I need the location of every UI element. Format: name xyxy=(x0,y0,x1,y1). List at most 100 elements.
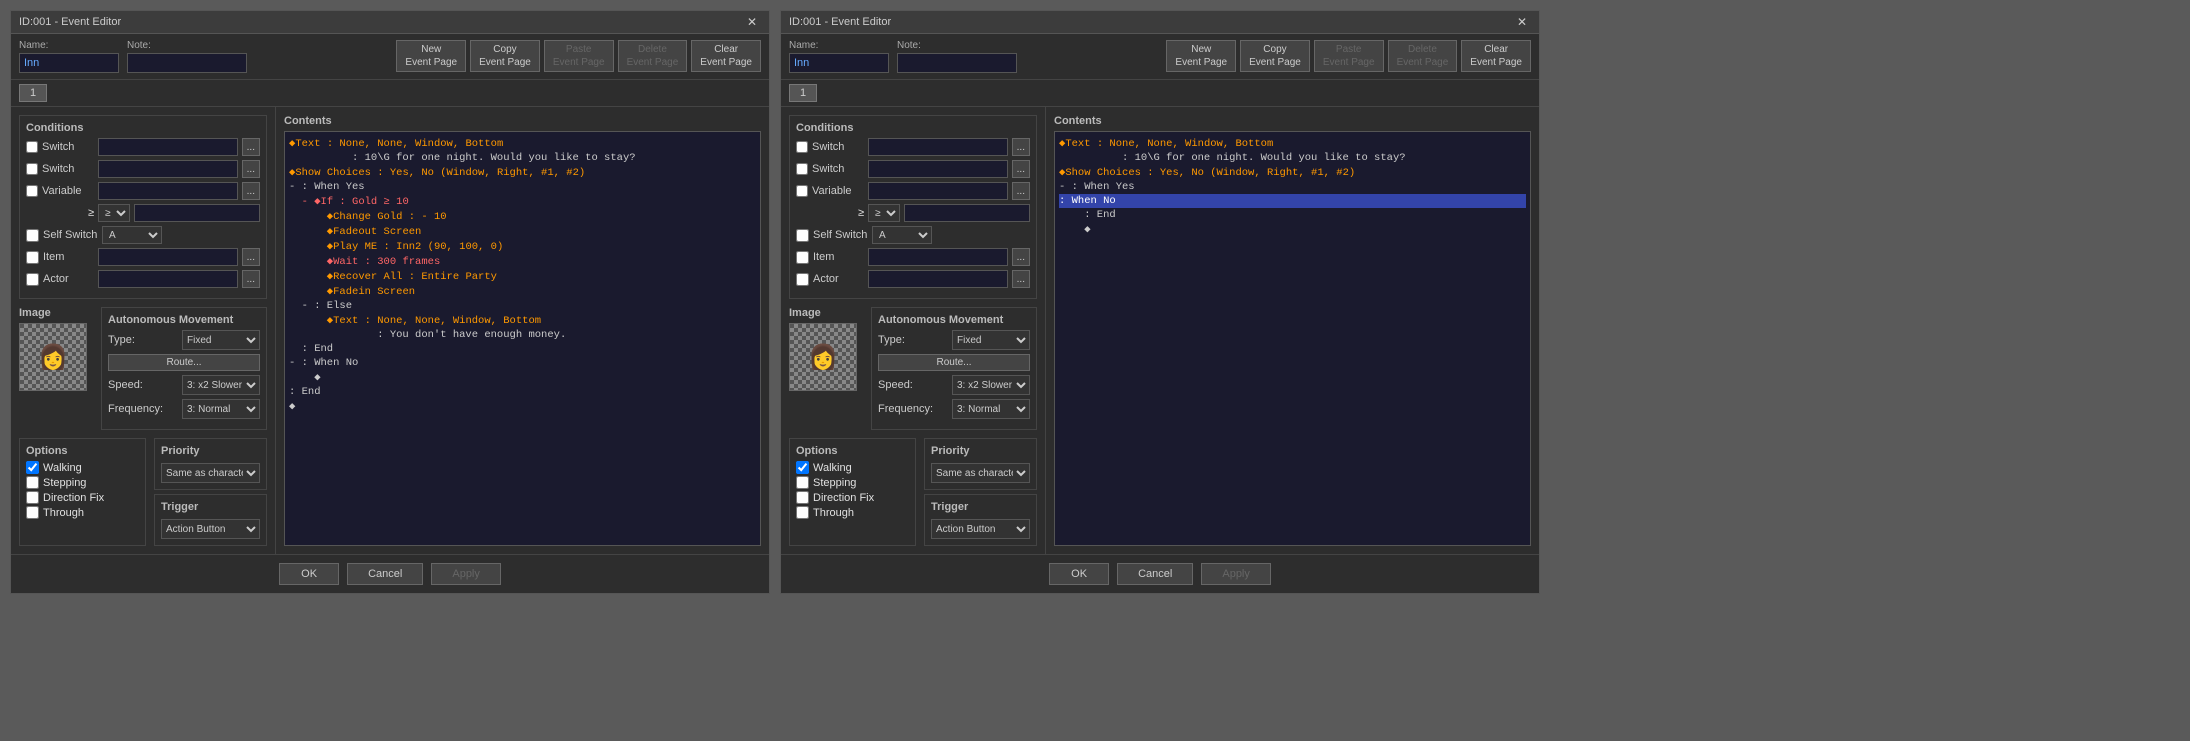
switch1-checkbox-1[interactable] xyxy=(26,141,38,153)
switch1-dots-1[interactable]: ... xyxy=(242,138,260,156)
trigger-select-2[interactable]: Action Button xyxy=(931,519,1030,539)
copy-event-page-btn-2[interactable]: CopyEvent Page xyxy=(1240,40,1310,72)
variable-dots-1[interactable]: ... xyxy=(242,182,260,200)
item-checkbox-2[interactable] xyxy=(796,251,809,264)
self-switch-select-1[interactable]: A xyxy=(102,226,162,244)
direction-fix-label-1: Direction Fix xyxy=(43,492,104,504)
ok-button-1[interactable]: OK xyxy=(279,563,339,585)
through-checkbox-1[interactable] xyxy=(26,506,39,519)
switch2-checkbox-1[interactable] xyxy=(26,163,38,175)
movement-type-select-1[interactable]: Fixed xyxy=(182,330,260,350)
apply-button-1[interactable]: Apply xyxy=(431,563,501,585)
actor-input-2[interactable] xyxy=(868,270,1008,288)
contents-box-2[interactable]: ◆Text : None, None, Window, Bottom : 10\… xyxy=(1054,131,1531,546)
switch2-checkbox-2[interactable] xyxy=(796,163,808,175)
actor-input-1[interactable] xyxy=(98,270,238,288)
priority-select-2[interactable]: Same as characters xyxy=(931,463,1030,483)
options-title-2: Options xyxy=(796,445,909,457)
image-box-1[interactable]: 👩 xyxy=(19,323,87,391)
name-input-2[interactable] xyxy=(789,53,889,73)
variable-value-input-2[interactable] xyxy=(904,204,1030,222)
content-line-1-2: : 10\G for one night. Would you like to … xyxy=(289,151,756,165)
item-checkbox-1[interactable] xyxy=(26,251,39,264)
self-switch-select-2[interactable]: A xyxy=(872,226,932,244)
frequency-select-2[interactable]: 3: Normal xyxy=(952,399,1030,419)
self-switch-row-2: Self Switch A xyxy=(796,226,1030,244)
switch1-checkbox-2[interactable] xyxy=(796,141,808,153)
speed-select-1[interactable]: 3: x2 Slower xyxy=(182,375,260,395)
actor-checkbox-2[interactable] xyxy=(796,273,809,286)
content-line-1-15: : End xyxy=(289,342,756,356)
paste-event-page-btn-2[interactable]: PasteEvent Page xyxy=(1314,40,1384,72)
name-group-2: Name: xyxy=(789,40,889,73)
clear-event-page-btn-1[interactable]: ClearEvent Page xyxy=(691,40,761,72)
content-line-1-3: ◆Show Choices : Yes, No (Window, Right, … xyxy=(289,165,756,180)
frequency-select-1[interactable]: 3: Normal xyxy=(182,399,260,419)
note-input-1[interactable] xyxy=(127,53,247,73)
actor-dots-1[interactable]: ... xyxy=(242,270,260,288)
route-button-2[interactable]: Route... xyxy=(878,354,1030,371)
walking-checkbox-1[interactable] xyxy=(26,461,39,474)
route-button-1[interactable]: Route... xyxy=(108,354,260,371)
self-switch-checkbox-2[interactable] xyxy=(796,229,809,242)
speed-select-2[interactable]: 3: x2 Slower xyxy=(952,375,1030,395)
image-movement-row-1: Image 👩 Autonomous Movement Type: Fixed … xyxy=(19,307,267,430)
item-dots-1[interactable]: ... xyxy=(242,248,260,266)
name-input-1[interactable] xyxy=(19,53,119,73)
switch1-dots-2[interactable]: ... xyxy=(1012,138,1030,156)
close-button-1[interactable]: ✕ xyxy=(743,15,761,29)
switch1-input-1[interactable] xyxy=(98,138,238,156)
priority-title-2: Priority xyxy=(931,445,1030,457)
item-input-1[interactable] xyxy=(98,248,238,266)
stepping-checkbox-1[interactable] xyxy=(26,476,39,489)
item-input-2[interactable] xyxy=(868,248,1008,266)
priority-select-1[interactable]: Same as characters xyxy=(161,463,260,483)
paste-event-page-btn-1[interactable]: PasteEvent Page xyxy=(544,40,614,72)
variable-op-select-1[interactable]: ≥ xyxy=(98,204,130,222)
switch2-input-2[interactable] xyxy=(868,160,1008,178)
apply-button-2[interactable]: Apply xyxy=(1201,563,1271,585)
self-switch-label-2: Self Switch xyxy=(813,229,868,241)
variable-input-2[interactable] xyxy=(868,182,1008,200)
actor-checkbox-1[interactable] xyxy=(26,273,39,286)
note-input-2[interactable] xyxy=(897,53,1017,73)
cancel-button-2[interactable]: Cancel xyxy=(1117,563,1193,585)
switch1-input-2[interactable] xyxy=(868,138,1008,156)
switch2-dots-1[interactable]: ... xyxy=(242,160,260,178)
direction-fix-checkbox-2[interactable] xyxy=(796,491,809,504)
new-event-page-btn-2[interactable]: NewEvent Page xyxy=(1166,40,1236,72)
trigger-section-2: Trigger Action Button xyxy=(924,494,1037,546)
close-button-2[interactable]: ✕ xyxy=(1513,15,1531,29)
ok-button-2[interactable]: OK xyxy=(1049,563,1109,585)
trigger-select-1[interactable]: Action Button xyxy=(161,519,260,539)
walking-checkbox-2[interactable] xyxy=(796,461,809,474)
direction-fix-checkbox-1[interactable] xyxy=(26,491,39,504)
self-switch-checkbox-1[interactable] xyxy=(26,229,39,242)
switch2-input-1[interactable] xyxy=(98,160,238,178)
item-dots-2[interactable]: ... xyxy=(1012,248,1030,266)
clear-event-page-btn-2[interactable]: ClearEvent Page xyxy=(1461,40,1531,72)
image-box-2[interactable]: 👩 xyxy=(789,323,857,391)
variable-dots-2[interactable]: ... xyxy=(1012,182,1030,200)
variable-checkbox-1[interactable] xyxy=(26,185,38,197)
new-event-page-btn-1[interactable]: NewEvent Page xyxy=(396,40,466,72)
delete-event-page-btn-2[interactable]: DeleteEvent Page xyxy=(1388,40,1458,72)
variable-input-1[interactable] xyxy=(98,182,238,200)
variable-checkbox-2[interactable] xyxy=(796,185,808,197)
page-tab-1[interactable]: 1 xyxy=(19,84,47,102)
through-checkbox-2[interactable] xyxy=(796,506,809,519)
switch2-dots-2[interactable]: ... xyxy=(1012,160,1030,178)
variable-value-input-1[interactable] xyxy=(134,204,260,222)
variable-op-select-2[interactable]: ≥ xyxy=(868,204,900,222)
cancel-button-1[interactable]: Cancel xyxy=(347,563,423,585)
content-line-2-5[interactable]: : When No xyxy=(1059,194,1526,208)
movement-type-select-2[interactable]: Fixed xyxy=(952,330,1030,350)
copy-event-page-btn-1[interactable]: CopyEvent Page xyxy=(470,40,540,72)
variable-label-2: Variable xyxy=(812,185,864,197)
contents-box-1[interactable]: ◆Text : None, None, Window, Bottom : 10\… xyxy=(284,131,761,546)
page-tab-2[interactable]: 1 xyxy=(789,84,817,102)
direction-fix-label-2: Direction Fix xyxy=(813,492,874,504)
delete-event-page-btn-1[interactable]: DeleteEvent Page xyxy=(618,40,688,72)
actor-dots-2[interactable]: ... xyxy=(1012,270,1030,288)
stepping-checkbox-2[interactable] xyxy=(796,476,809,489)
